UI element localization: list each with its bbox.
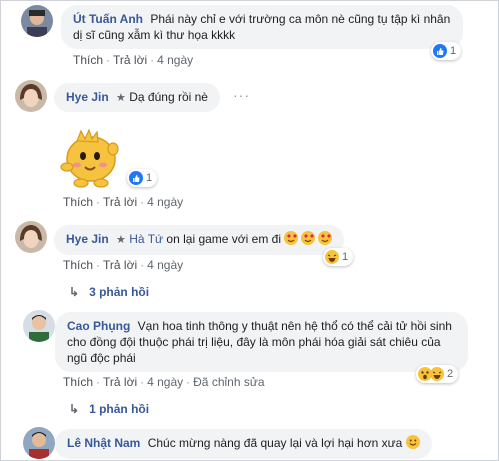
comment-author[interactable]: Hye Jin <box>66 90 109 104</box>
timestamp[interactable]: 4 ngày <box>147 195 183 209</box>
reply-link[interactable]: Trả lời <box>103 195 137 209</box>
comment-text: on lại game với em đi <box>166 232 282 246</box>
top-fan-star-icon: ★ <box>116 234 126 246</box>
comment-bubble: Cao Phụng Vạn hoa tinh thông y thuật nên… <box>55 312 468 372</box>
reply-arrow-icon: ↳ <box>69 285 80 299</box>
view-replies-link[interactable]: ↳ 1 phản hồi <box>69 402 149 416</box>
like-icon <box>433 44 447 58</box>
top-fan-star-icon: ★ <box>116 92 126 104</box>
heart-eyes-emoji-icon <box>284 231 333 249</box>
yellow-mascot-sticker <box>57 123 129 195</box>
comment-bubble: Hye Jin ★ Hà Tứ on lại game với em đi <box>54 225 345 255</box>
comment-actions: Thích · Trả lời · 4 ngày · Đã chỉnh sửa <box>63 375 265 389</box>
comment-actions: Thích · Trả lời · 4 ngày <box>73 53 194 67</box>
reply-link[interactable]: Trả lời <box>113 53 147 67</box>
avatar[interactable] <box>23 427 55 459</box>
comment-actions: Thích · Trả lời · 4 ngày <box>63 195 184 209</box>
reaction-summary[interactable]: 1 <box>127 169 158 187</box>
comment-author[interactable]: Út Tuấn Anh <box>73 12 143 26</box>
comments-panel: Út Tuấn Anh Phái này chỉ e với trường ca… <box>0 0 499 461</box>
reply-link[interactable]: Trả lời <box>103 258 137 272</box>
view-replies-link[interactable]: ↳ 3 phản hồi <box>69 285 149 299</box>
avatar[interactable] <box>15 80 47 112</box>
comment-author[interactable]: Hye Jin <box>66 232 109 246</box>
comment-bubble: Lê Nhật Nam Chúc mừng nàng đã quay lại v… <box>55 429 432 459</box>
avatar[interactable] <box>21 5 53 37</box>
reply-link[interactable]: Trả lời <box>103 375 137 389</box>
like-link[interactable]: Thích <box>63 195 93 209</box>
timestamp[interactable]: 4 ngày <box>157 53 193 67</box>
timestamp[interactable]: 4 ngày <box>147 375 183 389</box>
edited-label[interactable]: Đã chỉnh sửa <box>193 375 264 389</box>
like-link[interactable]: Thích <box>73 53 103 67</box>
mention-tag[interactable]: Hà Tứ <box>129 232 163 246</box>
like-link[interactable]: Thích <box>63 258 93 272</box>
avatar[interactable] <box>15 221 47 253</box>
comment-author[interactable]: Cao Phụng <box>67 319 130 333</box>
comment-actions: Thích · Trả lời · 4 ngày <box>63 258 184 272</box>
reaction-summary[interactable]: 2 <box>416 365 459 383</box>
comment-text: Dạ đúng rồi nè <box>129 90 208 104</box>
comment-text: Chúc mừng nàng đã quay lại và lợi hại hơ… <box>147 436 403 450</box>
comment-author[interactable]: Lê Nhật Nam <box>67 436 140 450</box>
comment-bubble: Út Tuấn Anh Phái này chỉ e với trường ca… <box>61 5 463 49</box>
like-icon <box>129 171 143 185</box>
more-options-icon[interactable]: ··· <box>233 87 250 103</box>
reaction-summary[interactable]: 1 <box>323 248 354 266</box>
timestamp[interactable]: 4 ngày <box>147 258 183 272</box>
haha-icon <box>430 367 444 381</box>
like-link[interactable]: Thích <box>63 375 93 389</box>
reaction-summary[interactable]: 1 <box>431 42 462 60</box>
avatar[interactable] <box>23 310 55 342</box>
haha-icon <box>325 250 339 264</box>
smile-emoji-icon <box>405 435 420 453</box>
reply-arrow-icon: ↳ <box>69 402 80 416</box>
comment-bubble: Hye Jin ★ Dạ đúng rồi nè <box>54 83 220 112</box>
